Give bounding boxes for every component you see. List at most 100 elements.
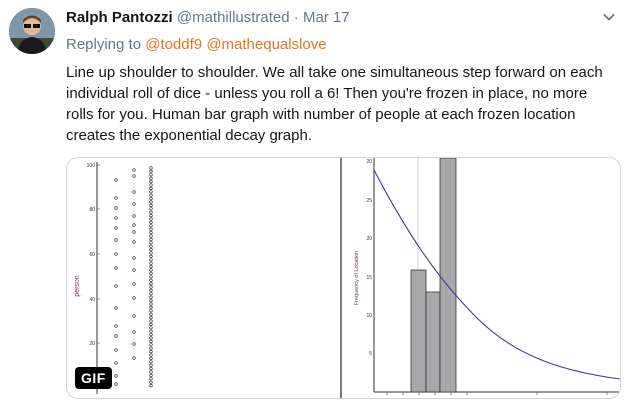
scatter-point [114,374,118,378]
scatter-point [149,339,153,343]
scatter-point [149,380,153,384]
scatter-point [114,348,118,352]
bar-1 [425,291,441,393]
right-ylabel: Frequency of Location [354,251,360,305]
author-handle[interactable]: @mathillustrated [177,9,290,26]
scatter-point [114,361,118,365]
left-ytick: 100 [87,163,96,169]
scatter-point [149,271,153,275]
avatar[interactable] [9,8,55,54]
scatter-point [132,223,136,227]
gif-media[interactable]: person 100 80 60 40 20 Frequency of Loca… [66,157,621,399]
scatter-point [149,261,153,265]
scatter-point [149,173,153,177]
scatter-point [149,363,153,367]
tweet-text: Line up shoulder to shoulder. We all tak… [66,64,603,144]
scatter-point [149,333,153,337]
scatter-point [149,278,153,282]
reply-mention-mathequalslove[interactable]: @mathequalslove [206,36,326,53]
scatter-point [149,203,153,208]
scatter-point [132,342,136,346]
author-name[interactable]: Ralph Pantozzi [66,9,173,26]
scatter-point [149,309,153,313]
scatter-point [149,251,153,255]
scatter-point [114,178,118,182]
scatter-point [149,230,153,235]
scatter-point [149,373,153,377]
scatter-point [132,268,136,272]
chevron-down-icon[interactable] [602,10,616,24]
scatter-point [149,166,153,170]
scatter-point [132,282,136,286]
right-ytick: 15 [366,275,372,281]
scatter-point [149,210,153,214]
scatter-point [132,190,136,194]
scatter-point [149,169,153,173]
tweet-header: Ralph Pantozzi @mathillustrated · Mar 17 [66,9,350,26]
left-ylabel: person [74,275,81,297]
scatter-point [149,234,153,238]
scatter-point [149,326,153,330]
bar-0 [410,269,427,393]
scatter-point [114,196,118,200]
scatter-point [132,356,136,360]
reply-context: Replying to @toddf9 @mathequalslove [66,36,327,53]
scatter-point [149,360,153,364]
scatter-point [114,284,118,288]
scatter-point [149,302,153,306]
scatter-point [149,350,153,354]
tweet: Ralph Pantozzi @mathillustrated · Mar 17… [0,0,628,406]
scatter-point [132,240,136,244]
scatter-point [132,330,136,334]
right-ytick: 20 [366,159,372,165]
scatter-point [149,370,153,374]
left-ytick: 20 [89,341,95,347]
scatter-point [132,314,136,318]
right-ytick: 25 [366,198,372,204]
tweet-date[interactable]: Mar 17 [303,9,350,26]
scatter-point [149,343,153,347]
person-scatter-panel: person 100 80 60 40 20 [74,162,153,394]
scatter-point [149,264,153,269]
scatter-point [149,220,153,225]
scatter-point [149,254,153,258]
left-ytick: 40 [89,297,95,303]
scatter-point [149,353,153,357]
reply-mention-toddf9[interactable]: @toddf9 [145,36,202,53]
scatter-point [149,312,153,316]
scatter-point [149,316,153,320]
scatter-point [149,285,153,289]
left-ytick: 80 [89,207,95,213]
scatter-point [149,329,153,333]
scatter-point [149,295,153,299]
scatter-point [149,288,153,292]
right-ytick: 10 [366,313,372,319]
scatter-point [114,238,118,242]
scatter-point [149,346,153,350]
scatter-point [132,168,136,172]
right-ytick: 20 [366,236,372,242]
gif-badge: GIF [75,367,112,389]
scatter-point [149,247,153,252]
scatter-point [149,207,153,211]
scatter-point [149,227,153,231]
scatter-point [114,226,118,230]
scatter-point [149,213,153,218]
bar-2 [439,158,457,393]
scatter-point [149,183,153,187]
scatter-point [149,196,153,201]
scatter-point [149,356,153,360]
scatter-point [149,258,153,262]
scatter-point [149,244,153,248]
scatter-point [132,202,136,206]
scatter-point [149,299,153,303]
scatter-point [114,324,118,328]
scatter-point [132,256,136,260]
scatter-point [149,176,153,180]
scatter-point [114,266,118,270]
scatter-point [149,190,153,194]
scatter-point [149,217,153,221]
scatter-point [149,180,153,184]
reply-prefix: Replying to [66,36,142,53]
scatter-point [132,174,136,178]
